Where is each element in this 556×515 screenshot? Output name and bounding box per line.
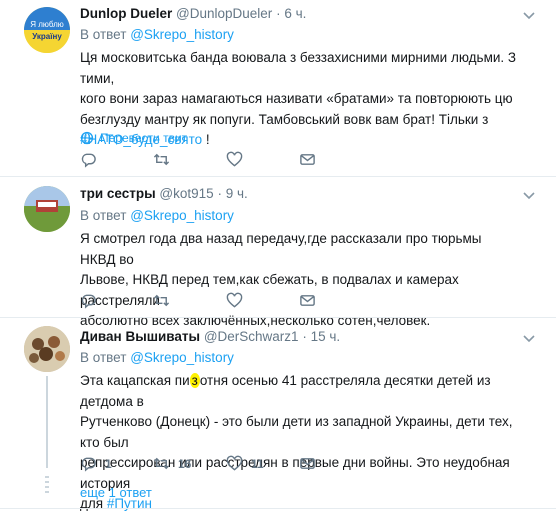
reply-context: В ответ @Skrepo_history <box>80 27 234 42</box>
avatar[interactable] <box>24 326 70 372</box>
display-name[interactable]: Dunlop Dueler <box>80 6 172 21</box>
reply-handle-link[interactable]: @Skrepo_history <box>130 208 234 223</box>
reply-prefix: В ответ <box>80 350 127 365</box>
dm-button[interactable] <box>299 292 372 309</box>
retweet-icon <box>153 294 170 307</box>
reply-button[interactable] <box>80 292 153 309</box>
avatar[interactable]: Я люблю Україну <box>24 7 70 53</box>
text-line: кого вони зараз намагаються називати «бр… <box>80 91 513 106</box>
divider <box>0 508 556 509</box>
user-handle[interactable]: @DerSchwarz1 <box>204 329 299 344</box>
tweet-actions <box>80 151 372 168</box>
reply-handle-link[interactable]: @Skrepo_history <box>130 350 234 365</box>
like-button[interactable]: 11 <box>226 455 299 472</box>
text-line: Я смотрел года два назад передачу,где ра… <box>80 231 482 267</box>
reply-button[interactable]: 1 <box>80 455 153 472</box>
thread-line <box>46 376 48 468</box>
display-name[interactable]: три сестры <box>80 186 156 201</box>
translate-label: Перевести твит <box>100 131 188 145</box>
envelope-icon <box>300 295 315 306</box>
svg-text:Україну: Україну <box>32 32 62 41</box>
text-segment: Эта кацапская пи <box>80 373 190 388</box>
text-line: Эта кацапская пи з отня осенью 41 расстрел… <box>80 371 520 412</box>
tweet-header: Dunlop Dueler @DunlopDueler · 6 ч. <box>80 6 306 21</box>
like-count: 11 <box>251 456 264 471</box>
envelope-icon <box>300 458 315 469</box>
text-line: Ця московитська банда воювала з беззахис… <box>80 50 517 86</box>
show-more-replies-link[interactable]: еще 1 ответ <box>80 485 152 500</box>
timestamp[interactable]: 6 ч. <box>284 6 306 21</box>
display-name[interactable]: Диван Вышиваты <box>80 329 200 344</box>
tweet-header: три сестры @kot915 · 9 ч. <box>80 186 248 201</box>
like-button[interactable] <box>226 292 299 309</box>
chevron-down-icon[interactable] <box>522 10 536 20</box>
retweet-icon <box>153 153 170 166</box>
globe-icon <box>80 131 94 145</box>
chevron-down-icon[interactable] <box>522 190 536 200</box>
separator-dot: · <box>302 329 307 344</box>
translate-link[interactable]: Перевести твит <box>80 131 187 145</box>
text-line: Рутченково (Донецк) - это были дети из з… <box>80 414 513 450</box>
avatar-image <box>24 326 70 372</box>
avatar[interactable] <box>24 186 70 232</box>
reply-icon <box>81 294 96 309</box>
avatar-image <box>24 186 70 232</box>
envelope-icon <box>300 154 315 165</box>
user-handle[interactable]: @DunlopDueler <box>176 6 272 21</box>
divider <box>0 176 556 177</box>
chevron-down-icon[interactable] <box>522 333 536 343</box>
retweet-icon <box>153 457 170 470</box>
tweet-actions: 1 16 11 <box>80 455 372 472</box>
retweet-button[interactable] <box>153 292 226 309</box>
reply-icon <box>81 457 96 472</box>
text-suffix: ! <box>202 132 210 147</box>
timestamp[interactable]: 9 ч. <box>226 186 248 201</box>
tweet-header: Диван Вышиваты @DerSchwarz1 · 15 ч. <box>80 329 340 344</box>
heart-icon <box>226 292 243 308</box>
retweet-button[interactable]: 16 <box>153 455 226 472</box>
heart-icon <box>226 151 243 167</box>
separator-dot: · <box>217 186 222 201</box>
reply-context: В ответ @Skrepo_history <box>80 350 234 365</box>
highlight-mark: з <box>189 373 200 388</box>
reply-button[interactable] <box>80 151 153 168</box>
reply-handle-link[interactable]: @Skrepo_history <box>130 27 234 42</box>
heart-icon <box>226 455 243 471</box>
reply-prefix: В ответ <box>80 27 127 42</box>
reply-icon <box>81 153 96 168</box>
dm-button[interactable] <box>299 455 372 472</box>
tweet-actions <box>80 292 372 309</box>
dm-button[interactable] <box>299 151 372 168</box>
divider <box>0 317 556 318</box>
timestamp[interactable]: 15 ч. <box>311 329 341 344</box>
retweet-button[interactable] <box>153 151 226 168</box>
thread-dots <box>45 476 49 496</box>
like-button[interactable] <box>226 151 299 168</box>
reply-prefix: В ответ <box>80 208 127 223</box>
user-handle[interactable]: @kot915 <box>159 186 213 201</box>
svg-text:Я люблю: Я люблю <box>30 20 64 29</box>
retweet-count: 16 <box>178 456 192 471</box>
separator-dot: · <box>276 6 281 21</box>
avatar-image: Я люблю Україну <box>24 7 70 53</box>
reply-context: В ответ @Skrepo_history <box>80 208 234 223</box>
reply-count: 1 <box>105 456 112 471</box>
text-line: безглузду мантру як попуги. Тамбовський … <box>80 111 489 127</box>
